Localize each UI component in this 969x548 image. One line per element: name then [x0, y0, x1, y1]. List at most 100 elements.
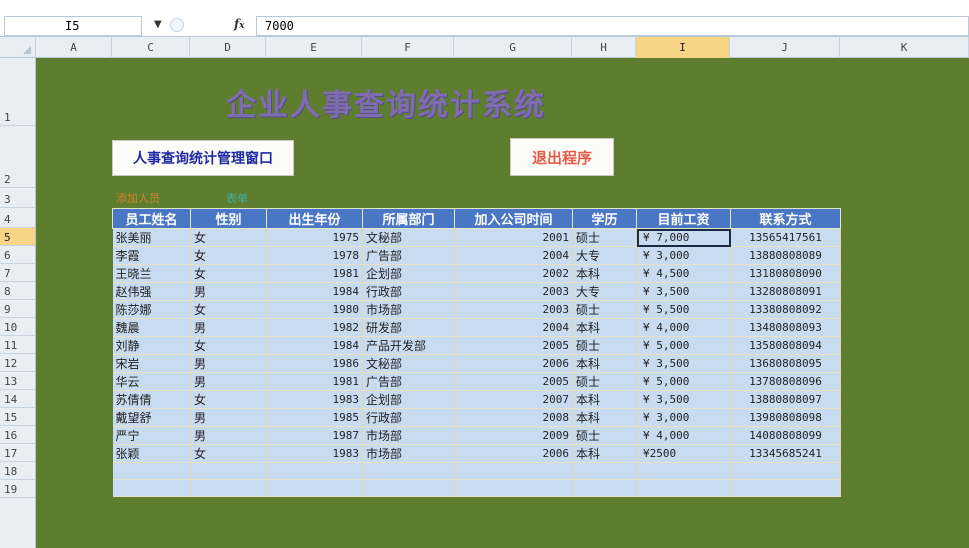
column-header-g[interactable]: G: [454, 37, 572, 58]
column-header-i[interactable]: I: [636, 37, 730, 58]
row-header-19[interactable]: 19: [0, 480, 35, 498]
cell-name[interactable]: 华云: [112, 372, 191, 391]
cell-gender[interactable]: 女: [190, 228, 267, 247]
row-header-2[interactable]: 2: [0, 126, 35, 188]
cell-department[interactable]: 市场部: [362, 444, 455, 463]
cell-gender[interactable]: 女: [190, 246, 267, 265]
cell-salary[interactable]: ¥ 3,500: [636, 390, 731, 409]
cell-birth-year[interactable]: 1980: [266, 300, 363, 319]
cell-birth-year[interactable]: 1983: [266, 444, 363, 463]
chevron-down-icon[interactable]: ▼: [154, 19, 162, 30]
cell-contact[interactable]: 13880808089: [730, 246, 841, 265]
cell-birth-year[interactable]: 1981: [266, 264, 363, 283]
cell-name[interactable]: 张颖: [112, 444, 191, 463]
header-salary[interactable]: 目前工资: [636, 208, 731, 229]
row-header-11[interactable]: 11: [0, 336, 35, 354]
header-birth-year[interactable]: 出生年份: [266, 208, 363, 229]
cell-salary[interactable]: ¥ 4,000: [636, 318, 731, 337]
cell-department[interactable]: 行政部: [362, 408, 455, 427]
row-header-6[interactable]: 6: [0, 246, 35, 264]
cell-salary[interactable]: ¥2500: [636, 444, 731, 463]
mgmt-window-button[interactable]: 人事查询统计管理窗口: [112, 140, 294, 176]
cell-gender[interactable]: 男: [190, 408, 267, 427]
row-header-10[interactable]: 10: [0, 318, 35, 336]
empty-cell[interactable]: [266, 479, 363, 497]
formula-input[interactable]: 7000: [256, 16, 969, 36]
cell-contact[interactable]: 13680808095: [730, 354, 841, 373]
row-header-16[interactable]: 16: [0, 426, 35, 444]
cell-name[interactable]: 张美丽: [112, 228, 191, 247]
cell-department[interactable]: 市场部: [362, 300, 455, 319]
cell-name[interactable]: 魏晨: [112, 318, 191, 337]
cell-education[interactable]: 本科: [572, 390, 637, 409]
cell-salary-active[interactable]: ¥ 7,000: [636, 228, 731, 247]
cell-gender[interactable]: 女: [190, 444, 267, 463]
cell-department[interactable]: 企划部: [362, 390, 455, 409]
cell-education[interactable]: 本科: [572, 318, 637, 337]
cell-education[interactable]: 硕士: [572, 372, 637, 391]
name-box[interactable]: I5: [4, 16, 142, 36]
cell-department[interactable]: 行政部: [362, 282, 455, 301]
empty-cell[interactable]: [112, 479, 191, 497]
empty-cell[interactable]: [636, 479, 731, 497]
row-header-8[interactable]: 8: [0, 282, 35, 300]
row-header-12[interactable]: 12: [0, 354, 35, 372]
cell-name[interactable]: 戴望舒: [112, 408, 191, 427]
column-header-d[interactable]: D: [190, 37, 266, 58]
cancel-icon[interactable]: [170, 18, 184, 32]
header-education[interactable]: 学历: [572, 208, 637, 229]
cell-join-year[interactable]: 2001: [454, 228, 573, 247]
column-header-h[interactable]: H: [572, 37, 636, 58]
cell-contact[interactable]: 13280808091: [730, 282, 841, 301]
cell-join-year[interactable]: 2007: [454, 390, 573, 409]
cell-join-year[interactable]: 2005: [454, 336, 573, 355]
empty-cell[interactable]: [572, 462, 637, 480]
column-header-c[interactable]: C: [112, 37, 190, 58]
row-header-1[interactable]: 1: [0, 58, 35, 126]
cell-join-year[interactable]: 2006: [454, 354, 573, 373]
cell-birth-year[interactable]: 1983: [266, 390, 363, 409]
column-header-e[interactable]: E: [266, 37, 362, 58]
cell-contact[interactable]: 13980808098: [730, 408, 841, 427]
cell-gender[interactable]: 女: [190, 264, 267, 283]
cell-gender[interactable]: 男: [190, 426, 267, 445]
cell-join-year[interactable]: 2009: [454, 426, 573, 445]
cell-name[interactable]: 苏倩倩: [112, 390, 191, 409]
cell-name[interactable]: 刘静: [112, 336, 191, 355]
empty-cell[interactable]: [636, 462, 731, 480]
row-header-17[interactable]: 17: [0, 444, 35, 462]
cell-contact[interactable]: 13345685241: [730, 444, 841, 463]
cell-birth-year[interactable]: 1987: [266, 426, 363, 445]
exit-button[interactable]: 退出程序: [510, 138, 614, 176]
cell-education[interactable]: 本科: [572, 264, 637, 283]
select-all-corner[interactable]: [0, 37, 36, 58]
empty-cell[interactable]: [266, 462, 363, 480]
row-header-3[interactable]: 3: [0, 188, 35, 208]
cell-join-year[interactable]: 2003: [454, 282, 573, 301]
function-icon[interactable]: fx: [234, 17, 245, 31]
cell-education[interactable]: 本科: [572, 444, 637, 463]
cell-join-year[interactable]: 2008: [454, 408, 573, 427]
cell-education[interactable]: 硕士: [572, 336, 637, 355]
cell-join-year[interactable]: 2005: [454, 372, 573, 391]
empty-cell[interactable]: [454, 462, 573, 480]
cell-gender[interactable]: 男: [190, 354, 267, 373]
cell-salary[interactable]: ¥ 3,000: [636, 408, 731, 427]
cell-department[interactable]: 文秘部: [362, 354, 455, 373]
cell-salary[interactable]: ¥ 5,500: [636, 300, 731, 319]
column-header-j[interactable]: J: [730, 37, 840, 58]
row-header-14[interactable]: 14: [0, 390, 35, 408]
column-header-a[interactable]: A: [36, 37, 112, 58]
cell-gender[interactable]: 男: [190, 372, 267, 391]
cell-salary[interactable]: ¥ 3,500: [636, 354, 731, 373]
cell-gender[interactable]: 男: [190, 282, 267, 301]
cell-name[interactable]: 严宁: [112, 426, 191, 445]
cell-join-year[interactable]: 2004: [454, 246, 573, 265]
cell-education[interactable]: 硕士: [572, 426, 637, 445]
header-department[interactable]: 所属部门: [362, 208, 455, 229]
cell-name[interactable]: 李霞: [112, 246, 191, 265]
cell-education[interactable]: 大专: [572, 282, 637, 301]
cell-salary[interactable]: ¥ 4,500: [636, 264, 731, 283]
cell-education[interactable]: 硕士: [572, 228, 637, 247]
cell-contact[interactable]: 13480808093: [730, 318, 841, 337]
